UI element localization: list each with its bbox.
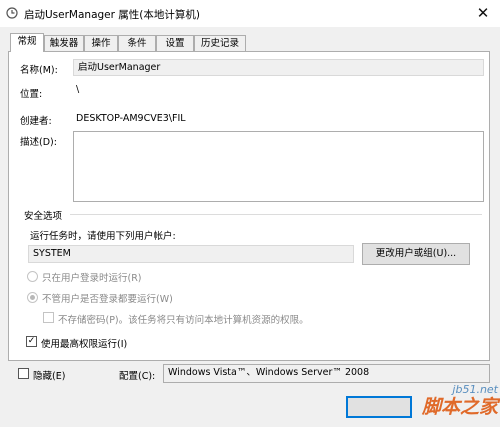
group-divider [70,214,482,215]
name-label: 名称(M): [20,65,58,76]
radio-run-logged-on[interactable] [27,271,38,282]
description-label: 描述(D): [20,137,57,148]
watermark-text: 脚本之家 [421,396,498,418]
hidden-checkbox[interactable] [18,368,29,379]
title-bar: 启动UserManager 属性(本地计算机) ✕ [0,0,500,27]
hidden-label: 隐藏(E) [33,371,66,382]
security-group-label: 安全选项 [24,211,63,222]
name-field[interactable]: 启动UserManager [73,59,484,76]
user-account-field: SYSTEM [28,245,354,263]
description-textarea[interactable] [73,131,484,202]
configure-select[interactable]: Windows Vista™、Windows Server™ 2008 [163,364,490,383]
do-not-store-password-checkbox[interactable] [43,312,54,323]
radio-run-logged-on-label: 只在用户登录时运行(R) [42,273,142,284]
author-label: 创建者: [20,116,52,127]
watermark-logo: jb51.net 脚本之家 [421,383,498,419]
do-not-store-password-label: 不存储密码(P)。该任务将只有访问本地计算机资源的权限。 [58,315,309,326]
watermark-site: jb51.net [452,383,498,396]
tab-triggers[interactable]: 触发器 [44,35,84,52]
author-value: DESKTOP-AM9CVE3\FIL [76,113,186,124]
ok-button[interactable] [346,396,412,418]
change-user-button[interactable]: 更改用户或组(U)... [362,243,470,265]
task-clock-icon [6,7,18,19]
radio-run-whether-logged-label: 不管用户是否登录都要运行(W) [42,294,173,305]
tab-history[interactable]: 历史记录 [194,35,246,52]
tab-actions[interactable]: 操作 [84,35,118,52]
run-as-label: 运行任务时，请使用下列用户帐户: [30,231,176,242]
location-value: \ [76,84,80,95]
highest-privileges-checkbox[interactable]: ✓ [26,336,37,347]
highest-privileges-label: 使用最高权限运行(I) [41,339,128,350]
tab-conditions[interactable]: 条件 [118,35,156,52]
close-icon[interactable]: ✕ [472,3,494,23]
window-title: 启动UserManager 属性(本地计算机) [24,9,200,21]
tab-settings[interactable]: 设置 [156,35,194,52]
configure-label: 配置(C): [119,371,156,382]
tab-general[interactable]: 常规 [10,33,44,52]
radio-run-whether-logged[interactable] [27,292,38,303]
location-label: 位置: [20,89,43,100]
